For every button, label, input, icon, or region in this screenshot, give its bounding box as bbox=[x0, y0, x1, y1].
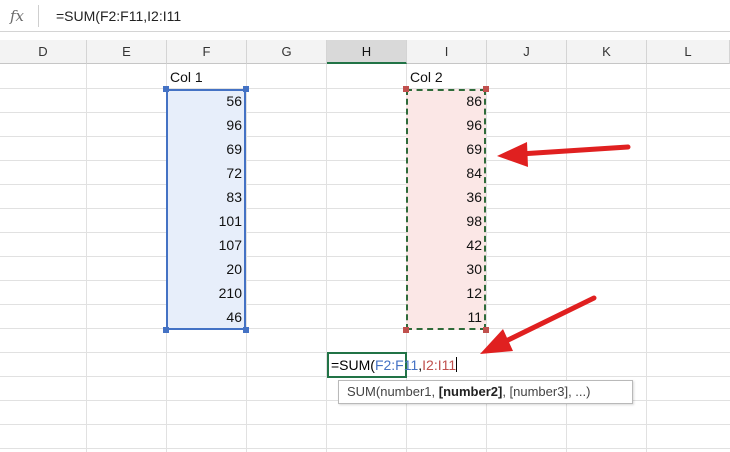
formula-bar-gap bbox=[0, 32, 730, 40]
gridline bbox=[0, 88, 730, 89]
gridline bbox=[646, 64, 647, 452]
gridline bbox=[0, 112, 730, 113]
text-caret bbox=[456, 357, 458, 372]
cell-i1-header[interactable]: Col 2 bbox=[406, 65, 486, 89]
cell-f4[interactable]: 69 bbox=[166, 137, 246, 161]
cell-f7[interactable]: 101 bbox=[166, 209, 246, 233]
gridline bbox=[0, 136, 730, 137]
gridline bbox=[0, 448, 730, 449]
cell-i6[interactable]: 36 bbox=[406, 185, 486, 209]
column-header-e[interactable]: E bbox=[87, 40, 167, 64]
formula-ref-f2-f11: F2:F11 bbox=[374, 357, 419, 373]
gridline bbox=[0, 184, 730, 185]
cell-formula-text[interactable]: =SUM(F2:F11,I2:I11 bbox=[331, 353, 458, 377]
gridline bbox=[86, 64, 87, 452]
gridline bbox=[0, 208, 730, 209]
column-header-l[interactable]: L bbox=[647, 40, 730, 64]
cell-f11[interactable]: 46 bbox=[166, 305, 246, 329]
gridline bbox=[0, 256, 730, 257]
cell-f8[interactable]: 107 bbox=[166, 233, 246, 257]
cell-i11[interactable]: 11 bbox=[406, 305, 486, 329]
gridline bbox=[0, 280, 730, 281]
formula-bar: fx =SUM(F2:F11,I2:I11 bbox=[0, 0, 730, 32]
column-header-f[interactable]: F bbox=[167, 40, 247, 64]
fx-icon[interactable]: fx bbox=[0, 0, 34, 32]
formula-bar-divider bbox=[38, 5, 39, 27]
function-argument-tooltip[interactable]: SUM(number1, [number2], [number3], ...) bbox=[338, 380, 633, 404]
gridline bbox=[0, 328, 730, 329]
cell-i10[interactable]: 12 bbox=[406, 281, 486, 305]
cell-f10[interactable]: 210 bbox=[166, 281, 246, 305]
red-arrow-icon bbox=[497, 142, 631, 167]
formula-ref-i2-i11: I2:I11 bbox=[422, 357, 457, 373]
cell-f9[interactable]: 20 bbox=[166, 257, 246, 281]
column-header-i[interactable]: I bbox=[407, 40, 487, 64]
gridline bbox=[0, 232, 730, 233]
cell-f3[interactable]: 96 bbox=[166, 113, 246, 137]
cell-i9[interactable]: 30 bbox=[406, 257, 486, 281]
gridline bbox=[326, 64, 327, 452]
tooltip-current-arg: [number2] bbox=[438, 384, 503, 399]
cell-i7[interactable]: 98 bbox=[406, 209, 486, 233]
formula-prefix: =SUM( bbox=[331, 357, 375, 373]
cell-f2[interactable]: 56 bbox=[166, 89, 246, 113]
column-header-g[interactable]: G bbox=[247, 40, 327, 64]
gridline bbox=[246, 64, 247, 452]
cell-i4[interactable]: 69 bbox=[406, 137, 486, 161]
cell-i3[interactable]: 96 bbox=[406, 113, 486, 137]
cell-i2[interactable]: 86 bbox=[406, 89, 486, 113]
column-header-k[interactable]: K bbox=[567, 40, 647, 64]
tooltip-func: SUM(number1, bbox=[347, 384, 439, 399]
column-header-h[interactable]: H bbox=[327, 40, 407, 64]
gridline bbox=[0, 424, 730, 425]
gridline bbox=[0, 160, 730, 161]
cell-i8[interactable]: 42 bbox=[406, 233, 486, 257]
gridline bbox=[0, 304, 730, 305]
column-header-d[interactable]: D bbox=[0, 40, 87, 64]
cell-f5[interactable]: 72 bbox=[166, 161, 246, 185]
formula-input[interactable]: =SUM(F2:F11,I2:I11 bbox=[56, 0, 181, 32]
cell-f6[interactable]: 83 bbox=[166, 185, 246, 209]
column-header-j[interactable]: J bbox=[487, 40, 567, 64]
cell-i5[interactable]: 84 bbox=[406, 161, 486, 185]
cell-f1-header[interactable]: Col 1 bbox=[166, 65, 246, 89]
tooltip-rest: , [number3], ...) bbox=[502, 384, 591, 399]
red-arrow-icon bbox=[480, 295, 597, 354]
